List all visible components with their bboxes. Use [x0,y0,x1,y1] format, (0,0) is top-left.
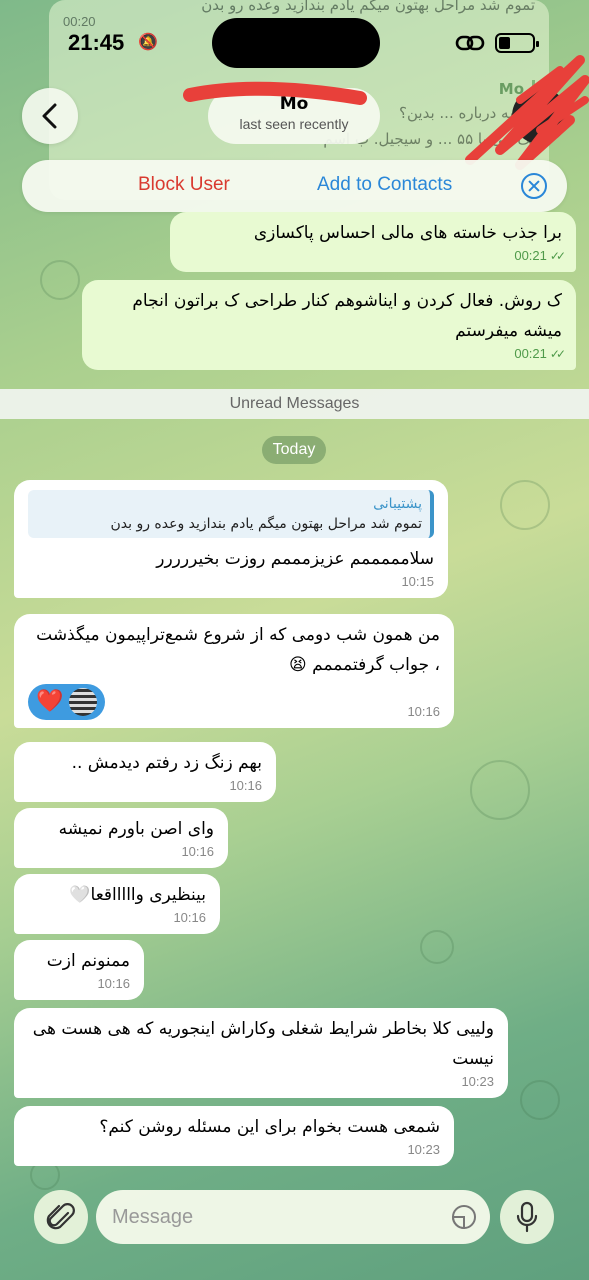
message-text: ک روش. فعال کردن و ایناشوهم کنار طراحی ک… [132,291,562,341]
message-incoming[interactable]: وای اصن باورم نمیشه 10:16 [14,808,228,868]
message-time: 10:16 [97,976,130,991]
message-time: 10:23 [407,1142,440,1157]
message-text: برا جذب خاسته های مالی احساس پاکسازی [253,223,562,243]
message-time: 00:21 [514,248,547,263]
message-time: 00:21 [514,346,547,361]
message-text: بهم زنگ زد رفتم دیدمش .. [71,753,262,773]
reply-text: تموم شد مراحل بهتون میگم یادم بندازید وع… [110,516,422,532]
reactor-avatar [69,688,98,716]
contact-avatar[interactable] [512,88,568,144]
status-bar: 21:45 🔕 [0,0,589,86]
status-time: 21:45 [68,30,125,55]
message-time: 10:15 [401,574,434,589]
chevron-left-icon [42,103,57,129]
close-icon[interactable] [521,173,547,199]
block-user-button[interactable]: Block User [138,174,230,196]
message-time: 10:16 [229,778,262,793]
unread-messages-divider: Unread Messages [0,389,589,419]
voice-record-button[interactable] [500,1190,554,1244]
message-incoming[interactable]: پشتیبانی تموم شد مراحل بهتون میگم یادم ب… [14,480,448,598]
message-incoming[interactable]: شمعی هست بخوام برای این مسئله روشن کنم؟ … [14,1106,454,1166]
heart-reaction-icon: ❤️ [36,689,64,714]
message-incoming[interactable]: من همون شب دومی که از شروع شمع‌تراپیمون … [14,614,454,728]
message-incoming[interactable]: بینظیری واااااقعا🤍 10:16 [14,874,220,934]
message-outgoing[interactable]: ک روش. فعال کردن و ایناشوهم کنار طراحی ک… [82,280,576,370]
message-time: 10:16 [181,844,214,859]
message-time: 10:16 [407,704,440,719]
battery-icon [495,33,539,53]
double-check-icon: ✓✓ [549,249,566,263]
message-text: شمعی هست بخوام برای این مسئله روشن کنم؟ [99,1117,440,1137]
silent-bell-icon: 🔕 [138,32,158,51]
message-text: بینظیری واااااقعا🤍 [69,885,206,905]
message-text: وای اصن باورم نمیشه [58,819,214,839]
message-time: 10:16 [173,910,206,925]
message-text: من همون شب دومی که از شروع شمع‌تراپیمون … [36,625,440,675]
sticker-icon[interactable] [450,1203,478,1231]
contact-name: Mo [279,94,309,114]
last-seen-status: last seen recently [239,116,349,132]
date-separator: Today [262,436,326,464]
unknown-contact-actions: Block User Add to Contacts [22,160,567,212]
chat-title[interactable]: Mo last seen recently [208,88,380,144]
reaction-badge[interactable]: ❤️ [28,684,106,720]
reply-author: پشتیبانی [373,496,422,512]
message-text: ولییی کلا بخاطر شرایط شغلی وکاراش اینجور… [32,1019,494,1069]
paperclip-icon [46,1203,75,1230]
double-check-icon: ✓✓ [549,347,566,361]
microphone-icon [516,1201,538,1233]
message-text: ممنونم ازت [46,951,130,971]
message-time: 10:23 [461,1074,494,1089]
add-to-contacts-button[interactable]: Add to Contacts [317,174,452,196]
message-incoming[interactable]: بهم زنگ زد رفتم دیدمش .. 10:16 [14,742,276,802]
reply-quote[interactable]: پشتیبانی تموم شد مراحل بهتون میگم یادم ب… [28,490,434,538]
message-incoming[interactable]: ممنونم ازت 10:16 [14,940,144,1000]
attach-button[interactable] [34,1190,88,1244]
dynamic-island [212,18,380,68]
message-outgoing[interactable]: برا جذب خاسته های مالی احساس پاکسازی 00:… [170,212,576,272]
link-icon [455,35,485,51]
message-text: سلامممممم عزیزمممم روزت بخیررررر [156,549,434,569]
message-input[interactable] [96,1190,490,1244]
message-incoming[interactable]: ولییی کلا بخاطر شرایط شغلی وکاراش اینجور… [14,1008,508,1098]
back-button[interactable] [22,88,78,144]
